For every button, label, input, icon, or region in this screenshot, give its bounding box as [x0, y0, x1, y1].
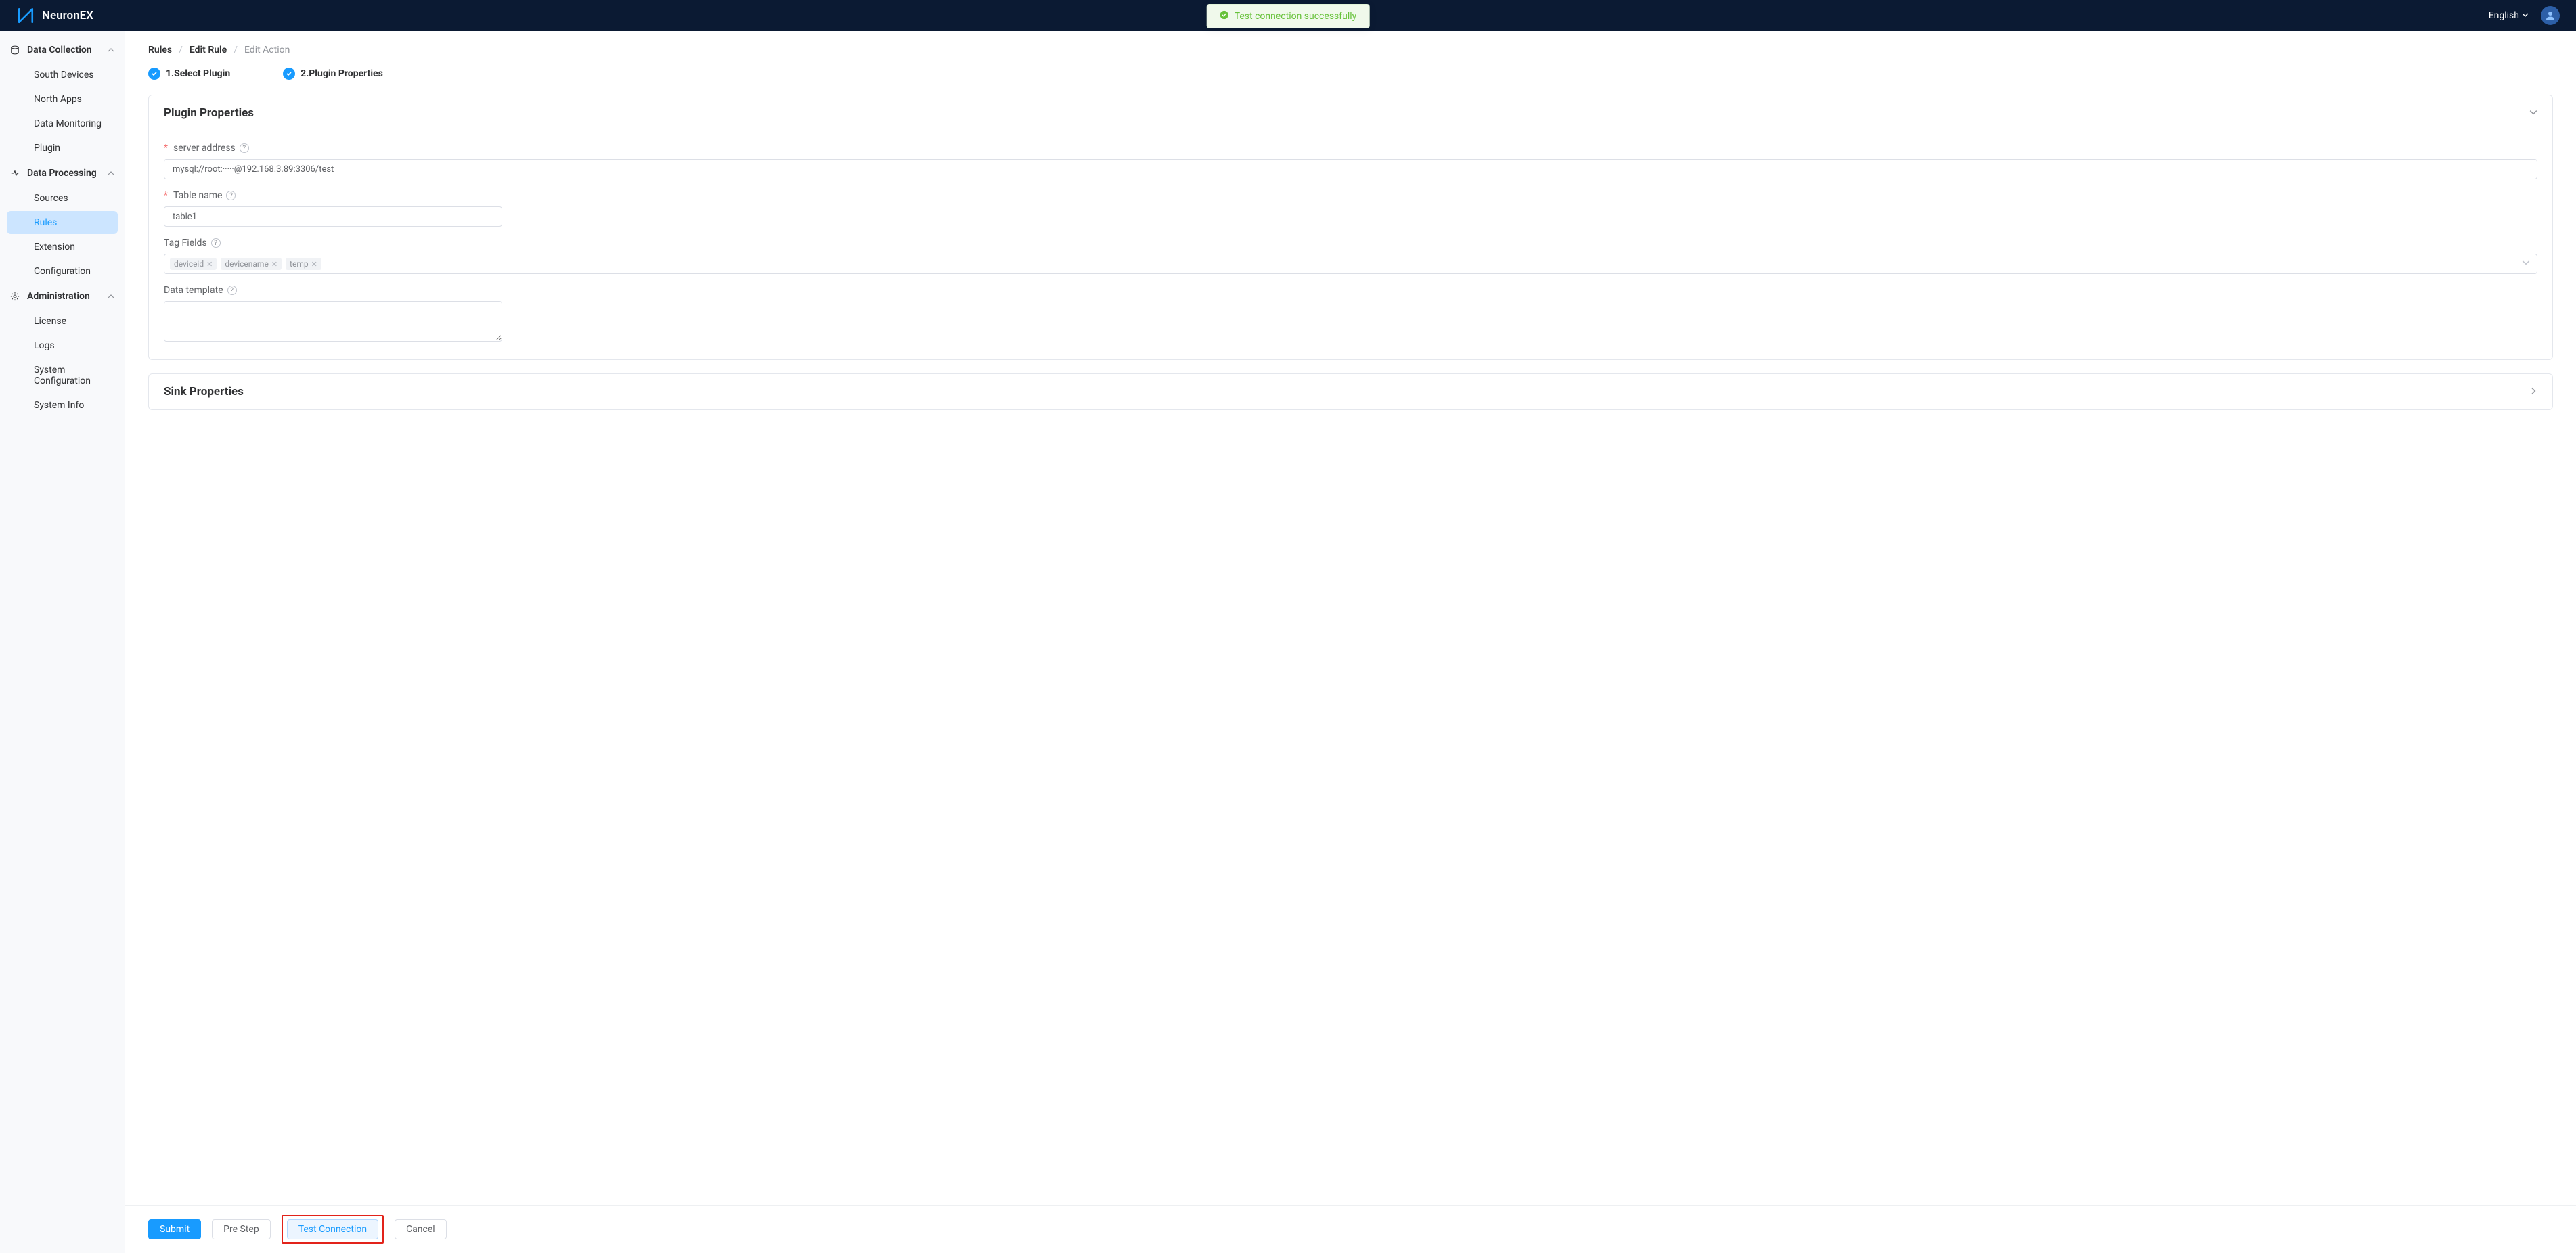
submit-button[interactable]: Submit	[148, 1219, 201, 1239]
nav-item-configuration[interactable]: Configuration	[7, 260, 118, 283]
chevron-up-icon	[107, 292, 115, 300]
prev-step-button[interactable]: Pre Step	[212, 1219, 271, 1239]
step-plugin-properties[interactable]: 2.Plugin Properties	[283, 68, 383, 80]
nav-item-data-monitoring[interactable]: Data Monitoring	[7, 112, 118, 135]
panel-header-plugin-properties[interactable]: Plugin Properties	[149, 95, 2552, 131]
tag-chip: devicename✕	[221, 258, 282, 270]
nav-item-system-info[interactable]: System Info	[7, 394, 118, 417]
test-connection-button[interactable]: Test Connection	[287, 1219, 378, 1239]
check-icon	[283, 68, 295, 80]
step-label: 2.Plugin Properties	[301, 68, 383, 79]
user-avatar[interactable]	[2541, 6, 2560, 25]
brand-text: NeuronEX	[42, 9, 93, 22]
chevron-down-icon	[2522, 10, 2529, 21]
input-table-name[interactable]	[164, 206, 502, 227]
remove-tag-icon[interactable]: ✕	[271, 260, 277, 269]
help-icon[interactable]: ?	[226, 191, 236, 200]
tag-chip: deviceid✕	[170, 258, 217, 270]
breadcrumb-rules[interactable]: Rules	[148, 45, 172, 55]
nav-group-administration[interactable]: Administration	[0, 284, 125, 309]
panel-plugin-properties: Plugin Properties server address ? Table…	[148, 95, 2553, 360]
panel-title: Sink Properties	[164, 385, 244, 398]
breadcrumb: Rules / Edit Rule / Edit Action	[148, 45, 2553, 55]
chevron-up-icon	[107, 46, 115, 54]
toast-text: Test connection successfully	[1235, 11, 1357, 22]
nav-item-logs[interactable]: Logs	[7, 334, 118, 357]
breadcrumb-edit-rule[interactable]: Edit Rule	[190, 45, 227, 55]
nav-item-rules[interactable]: Rules	[7, 211, 118, 234]
remove-tag-icon[interactable]: ✕	[206, 260, 213, 269]
remove-tag-icon[interactable]: ✕	[311, 260, 317, 269]
nav-item-sources[interactable]: Sources	[7, 187, 118, 210]
nav-group-label: Data Processing	[27, 168, 97, 179]
step-label: 1.Select Plugin	[166, 68, 230, 79]
chevron-down-icon	[2529, 106, 2537, 120]
nav-group-label: Data Collection	[27, 45, 92, 55]
nav-group-data-collection[interactable]: Data Collection	[0, 38, 125, 62]
cancel-button[interactable]: Cancel	[395, 1219, 447, 1239]
chevron-right-icon	[2529, 385, 2537, 398]
breadcrumb-edit-action: Edit Action	[244, 45, 290, 55]
input-server-address[interactable]	[164, 159, 2537, 179]
label-server-address: server address ?	[164, 143, 2537, 154]
chevron-up-icon	[107, 169, 115, 177]
panel-title: Plugin Properties	[164, 106, 254, 120]
tag-chip: temp✕	[286, 258, 321, 270]
brand: NeuronEX	[16, 6, 93, 25]
textarea-data-template[interactable]	[164, 301, 502, 342]
panel-header-sink-properties[interactable]: Sink Properties	[149, 374, 2552, 409]
breadcrumb-separator: /	[179, 45, 183, 55]
nav-item-north-apps[interactable]: North Apps	[7, 88, 118, 111]
language-select[interactable]: English	[2489, 10, 2529, 21]
nav-item-license[interactable]: License	[7, 310, 118, 333]
label-table-name: Table name ?	[164, 190, 2537, 201]
panel-sink-properties: Sink Properties	[148, 373, 2553, 410]
breadcrumb-separator: /	[234, 45, 238, 55]
top-bar: NeuronEX Test connection successfully En…	[0, 0, 2576, 31]
chevron-down-icon	[2522, 258, 2530, 269]
main: Rules / Edit Rule / Edit Action 1.Select…	[125, 31, 2576, 1253]
sidebar: Data Collection South Devices North Apps…	[0, 31, 125, 1253]
gear-icon	[9, 291, 20, 302]
toast-success: Test connection successfully	[1207, 4, 1370, 28]
label-tag-fields: Tag Fields ?	[164, 237, 2537, 248]
nav-group-data-processing[interactable]: Data Processing	[0, 161, 125, 185]
brand-logo-icon	[16, 6, 35, 25]
processing-icon	[9, 168, 20, 179]
nav-item-plugin[interactable]: Plugin	[7, 137, 118, 160]
nav-item-extension[interactable]: Extension	[7, 235, 118, 258]
database-icon	[9, 45, 20, 55]
footer-actions: Submit Pre Step Test Connection Cancel	[125, 1205, 2576, 1253]
highlight-annotation: Test Connection	[282, 1215, 384, 1244]
help-icon[interactable]: ?	[240, 143, 249, 153]
wizard-steps: 1.Select Plugin 2.Plugin Properties	[148, 68, 2553, 80]
nav-group-label: Administration	[27, 291, 90, 302]
label-data-template: Data template ?	[164, 285, 2537, 296]
language-label: English	[2489, 10, 2519, 21]
select-tag-fields[interactable]: deviceid✕ devicename✕ temp✕	[164, 254, 2537, 274]
help-icon[interactable]: ?	[211, 238, 221, 248]
help-icon[interactable]: ?	[227, 286, 237, 295]
nav-item-system-configuration[interactable]: System Configuration	[7, 359, 118, 392]
step-select-plugin[interactable]: 1.Select Plugin	[148, 68, 230, 80]
nav-item-south-devices[interactable]: South Devices	[7, 64, 118, 87]
check-icon	[148, 68, 160, 80]
check-circle-icon	[1220, 10, 1229, 22]
